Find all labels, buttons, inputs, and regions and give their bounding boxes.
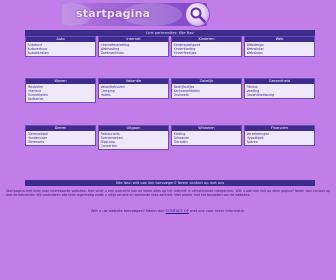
category-box: Winkelen Kleding Schoenen Sieraden xyxy=(171,125,242,146)
category-box: Auto Autotune Autoverhuur Autodiensten xyxy=(25,36,96,57)
category-links: Verzekeringen Hypotheek Sparen xyxy=(245,131,314,145)
category-links: Kinderspeelgoed Kinderkleding Kinderfeestj… xyxy=(172,42,241,56)
category-link[interactable]: Sieraden xyxy=(174,140,240,144)
category-links: Webdesign Webwinkel Webshops xyxy=(245,42,314,56)
category-link[interactable]: Hotels xyxy=(101,93,167,97)
category-link[interactable]: Dierenarts xyxy=(28,140,94,144)
category-link[interactable]: Zoekmachines xyxy=(101,51,167,55)
category-box: Web Webdesign Webwinkel Webshops xyxy=(244,36,315,57)
category-link[interactable]: Autodiensten xyxy=(28,51,94,55)
category-links: Restaurants Evenementen Bioscoop Concerten xyxy=(99,131,168,149)
category-links: Bedrijfsuitjes Kantoorartikelen Drukwerk xyxy=(172,84,241,98)
footer-links-suffix: met ons voor meer informatie. xyxy=(190,209,246,213)
category-links: Autotune Autoverhuur Autodiensten xyxy=(26,42,95,56)
category-box: Uitgaan Restaurants Evenementen Bioscoop Con… xyxy=(98,125,169,150)
search-icon[interactable] xyxy=(185,2,210,27)
contact-link[interactable]: CONTACT OP xyxy=(166,209,189,213)
category-box: Gezondheid Fitness Voeding Gezondheidszorg xyxy=(244,78,315,99)
bottom-bar[interactable]: Site Nav: wilt ook link toevoegen? Neem … xyxy=(25,180,315,186)
category-box: Vakantie Vakantiehuizen Camping Hotels xyxy=(98,78,169,99)
category-links: Internetmarketing Webhosting Zoekmachines xyxy=(99,42,168,56)
category-box: Wonen Meubelen Interieur Tuinartikelen Badka… xyxy=(25,78,96,103)
category-box: Zakelijk Bedrijfsuitjes Kantoorartikelen Dr… xyxy=(171,78,242,99)
category-links: Fitness Voeding Gezondheidszorg xyxy=(245,84,314,98)
footer-links: Wilt u uw website toevoegen? Neem dan CO… xyxy=(40,209,296,213)
site-logo[interactable]: startpagina xyxy=(76,7,150,20)
category-box: Dieren Dierenwinkel Hondenvoer Dierenarts xyxy=(25,125,96,146)
category-link[interactable]: Gezondheidszorg xyxy=(247,93,313,97)
category-links: Dierenwinkel Hondenvoer Dierenarts xyxy=(26,131,95,145)
category-box: Internet Internetmarketing Webhosting Zoekm… xyxy=(98,36,169,57)
category-box: Financien Verzekeringen Hypotheek Sparen xyxy=(244,125,315,146)
category-links: Kleding Schoenen Sieraden xyxy=(172,131,241,145)
category-link[interactable]: Webshops xyxy=(247,51,313,55)
category-link[interactable]: Kinderfeestjes xyxy=(174,51,240,55)
category-links: Meubelen Interieur Tuinartikelen Badkamer xyxy=(26,84,95,102)
category-link[interactable]: Concerten xyxy=(101,144,167,148)
footer-links-prefix: Wilt u uw website toevoegen? Neem dan xyxy=(90,209,165,213)
category-links: Vakantiehuizen Camping Hotels xyxy=(99,84,168,98)
category-link[interactable]: Drukwerk xyxy=(174,93,240,97)
category-box: Kinderen Kinderspeelgoed Kinderkleding Kind… xyxy=(171,36,242,57)
footer-text: Startpagina met links naar interessante … xyxy=(6,189,330,198)
category-link[interactable]: Badkamer xyxy=(28,97,94,101)
category-link[interactable]: Sparen xyxy=(247,140,313,144)
